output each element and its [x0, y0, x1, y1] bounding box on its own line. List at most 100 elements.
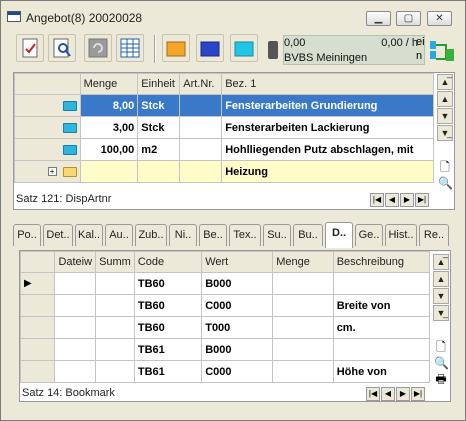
cell-summ[interactable]: [95, 338, 135, 361]
cell-dateiw[interactable]: [54, 360, 97, 383]
header-dateiw[interactable]: Dateiw: [54, 251, 97, 273]
tab-bu[interactable]: Bu..: [293, 224, 323, 246]
scroll-up-button[interactable]: ▲: [437, 91, 453, 107]
cell-menge[interactable]: [272, 316, 334, 339]
cell-menge[interactable]: 8,00: [79, 94, 139, 117]
cell-menge[interactable]: 100,00: [79, 138, 139, 161]
cell-artnr[interactable]: [179, 94, 223, 117]
bottom-scroll-up-button[interactable]: ▲: [433, 271, 449, 287]
cell-menge[interactable]: [272, 338, 334, 361]
bottom-scroll-down-button[interactable]: ▼: [433, 288, 449, 304]
header-menge[interactable]: Menge: [79, 73, 139, 95]
tab-tex[interactable]: Tex..: [229, 224, 261, 246]
table-row[interactable]: 8,00 Stck Fensterarbeiten Grundierung: [14, 94, 434, 117]
cell-artnr[interactable]: [179, 160, 223, 183]
bottom-scroll-top-button[interactable]: ▲̅: [433, 254, 449, 270]
refresh-button[interactable]: [84, 34, 112, 62]
cell-menge[interactable]: 3,00: [79, 116, 139, 139]
header-einheit[interactable]: Einheit: [137, 73, 181, 95]
cell-menge[interactable]: [272, 360, 334, 383]
tab-ni[interactable]: Ni..: [169, 224, 197, 246]
header-artnr[interactable]: Art.Nr.: [179, 73, 223, 95]
cell-code[interactable]: TB60: [133, 294, 203, 317]
nav-last-button[interactable]: ▶|: [415, 193, 429, 207]
minimize-button[interactable]: ▁: [366, 11, 391, 26]
cell-beschreibung[interactable]: Höhe von: [332, 360, 431, 383]
cell-summ[interactable]: [95, 272, 135, 295]
cell-dateiw[interactable]: [54, 272, 97, 295]
tab-det[interactable]: Det..: [43, 224, 73, 246]
cell-beschreibung[interactable]: [332, 338, 431, 361]
tab-po[interactable]: Po..: [13, 224, 41, 246]
nav-next-button[interactable]: ▶: [400, 193, 414, 207]
folder-blue-button[interactable]: [196, 34, 224, 62]
cell-einheit[interactable]: [137, 160, 181, 183]
nav-prev-button[interactable]: ◀: [385, 193, 399, 207]
cell-bez[interactable]: Hohlliegenden Putz abschlagen, mit: [221, 138, 434, 161]
connector-icon[interactable]: [429, 35, 459, 65]
cell-dateiw[interactable]: [54, 338, 97, 361]
expand-icon[interactable]: +: [47, 167, 57, 177]
cell-summ[interactable]: [95, 360, 135, 383]
scroll-top-button[interactable]: ▲̅: [437, 74, 453, 90]
cell-beschreibung[interactable]: cm.: [332, 316, 431, 339]
nav-prev-button[interactable]: ◀: [381, 387, 395, 401]
scroll-bottom-button[interactable]: ▼̲: [437, 125, 453, 141]
cell-wert[interactable]: B000: [201, 272, 274, 295]
tab-d-active[interactable]: D..: [325, 222, 353, 248]
cell-menge[interactable]: [272, 272, 334, 295]
nav-last-button[interactable]: ▶|: [411, 387, 425, 401]
cell-code[interactable]: TB60: [133, 316, 203, 339]
header-wert[interactable]: Wert: [201, 251, 274, 273]
tab-kal[interactable]: Kal..: [75, 224, 103, 246]
table-row[interactable]: 100,00 m2 Hohlliegenden Putz abschlagen,…: [14, 138, 434, 161]
table-row[interactable]: TB60 C000 Breite von: [19, 294, 431, 317]
cell-bez[interactable]: Heizung: [221, 160, 434, 183]
table-row[interactable]: + Heizung: [14, 160, 434, 183]
header-bez1[interactable]: Bez. 1: [221, 73, 434, 95]
nav-next-button[interactable]: ▶: [396, 387, 410, 401]
cell-menge[interactable]: [79, 160, 139, 183]
table-row[interactable]: TB60 T000 cm.: [19, 316, 431, 339]
header-summ[interactable]: Summ: [95, 251, 135, 273]
scroll-down-button[interactable]: ▼: [437, 108, 453, 124]
bottom-new-document-icon[interactable]: 🗋: [434, 339, 448, 355]
cell-summ[interactable]: [95, 316, 135, 339]
checklist-button[interactable]: [16, 34, 44, 62]
tab-re[interactable]: Re..: [419, 224, 449, 246]
cell-wert[interactable]: B000: [201, 338, 274, 361]
bottom-zoom-icon[interactable]: 🔍: [434, 355, 449, 371]
cell-menge[interactable]: [272, 294, 334, 317]
nav-first-button[interactable]: |◀: [366, 387, 380, 401]
new-document-icon[interactable]: 🗋: [438, 159, 452, 175]
cell-einheit[interactable]: Stck: [137, 116, 181, 139]
table-row[interactable]: TB61 C000 Höhe von: [19, 360, 431, 383]
zoom-icon[interactable]: 🔍: [438, 175, 453, 191]
nav-first-button[interactable]: |◀: [370, 193, 384, 207]
table-row[interactable]: ▶ TB60 B000: [19, 272, 431, 295]
open-folder-button[interactable]: [162, 34, 190, 62]
tab-hist[interactable]: Hist..: [385, 224, 417, 246]
tab-su[interactable]: Su..: [263, 224, 291, 246]
header-beschreibung[interactable]: Beschreibung: [332, 251, 431, 273]
maximize-button[interactable]: ▢: [396, 11, 421, 26]
cell-artnr[interactable]: [179, 138, 223, 161]
title-bar[interactable]: Angebot(8) 20020028 ▁ ▢ ✕: [2, 2, 464, 30]
cell-dateiw[interactable]: [54, 316, 97, 339]
cell-code[interactable]: TB61: [133, 338, 203, 361]
table-row[interactable]: 3,00 Stck Fensterarbeiten Lackierung: [14, 116, 434, 139]
cell-wert[interactable]: C000: [201, 360, 274, 383]
tab-au[interactable]: Au..: [105, 224, 133, 246]
cell-artnr[interactable]: [179, 116, 223, 139]
search-button[interactable]: [48, 34, 76, 62]
cell-wert[interactable]: C000: [201, 294, 274, 317]
header-menge[interactable]: Menge: [272, 251, 334, 273]
cell-dateiw[interactable]: [54, 294, 97, 317]
cell-code[interactable]: TB60: [133, 272, 203, 295]
folder-cyan-button[interactable]: [230, 34, 258, 62]
cell-bez[interactable]: Fensterarbeiten Lackierung: [221, 116, 434, 139]
cell-wert[interactable]: T000: [201, 316, 274, 339]
table-row[interactable]: TB61 B000: [19, 338, 431, 361]
close-button[interactable]: ✕: [427, 11, 452, 26]
cell-summ[interactable]: [95, 294, 135, 317]
